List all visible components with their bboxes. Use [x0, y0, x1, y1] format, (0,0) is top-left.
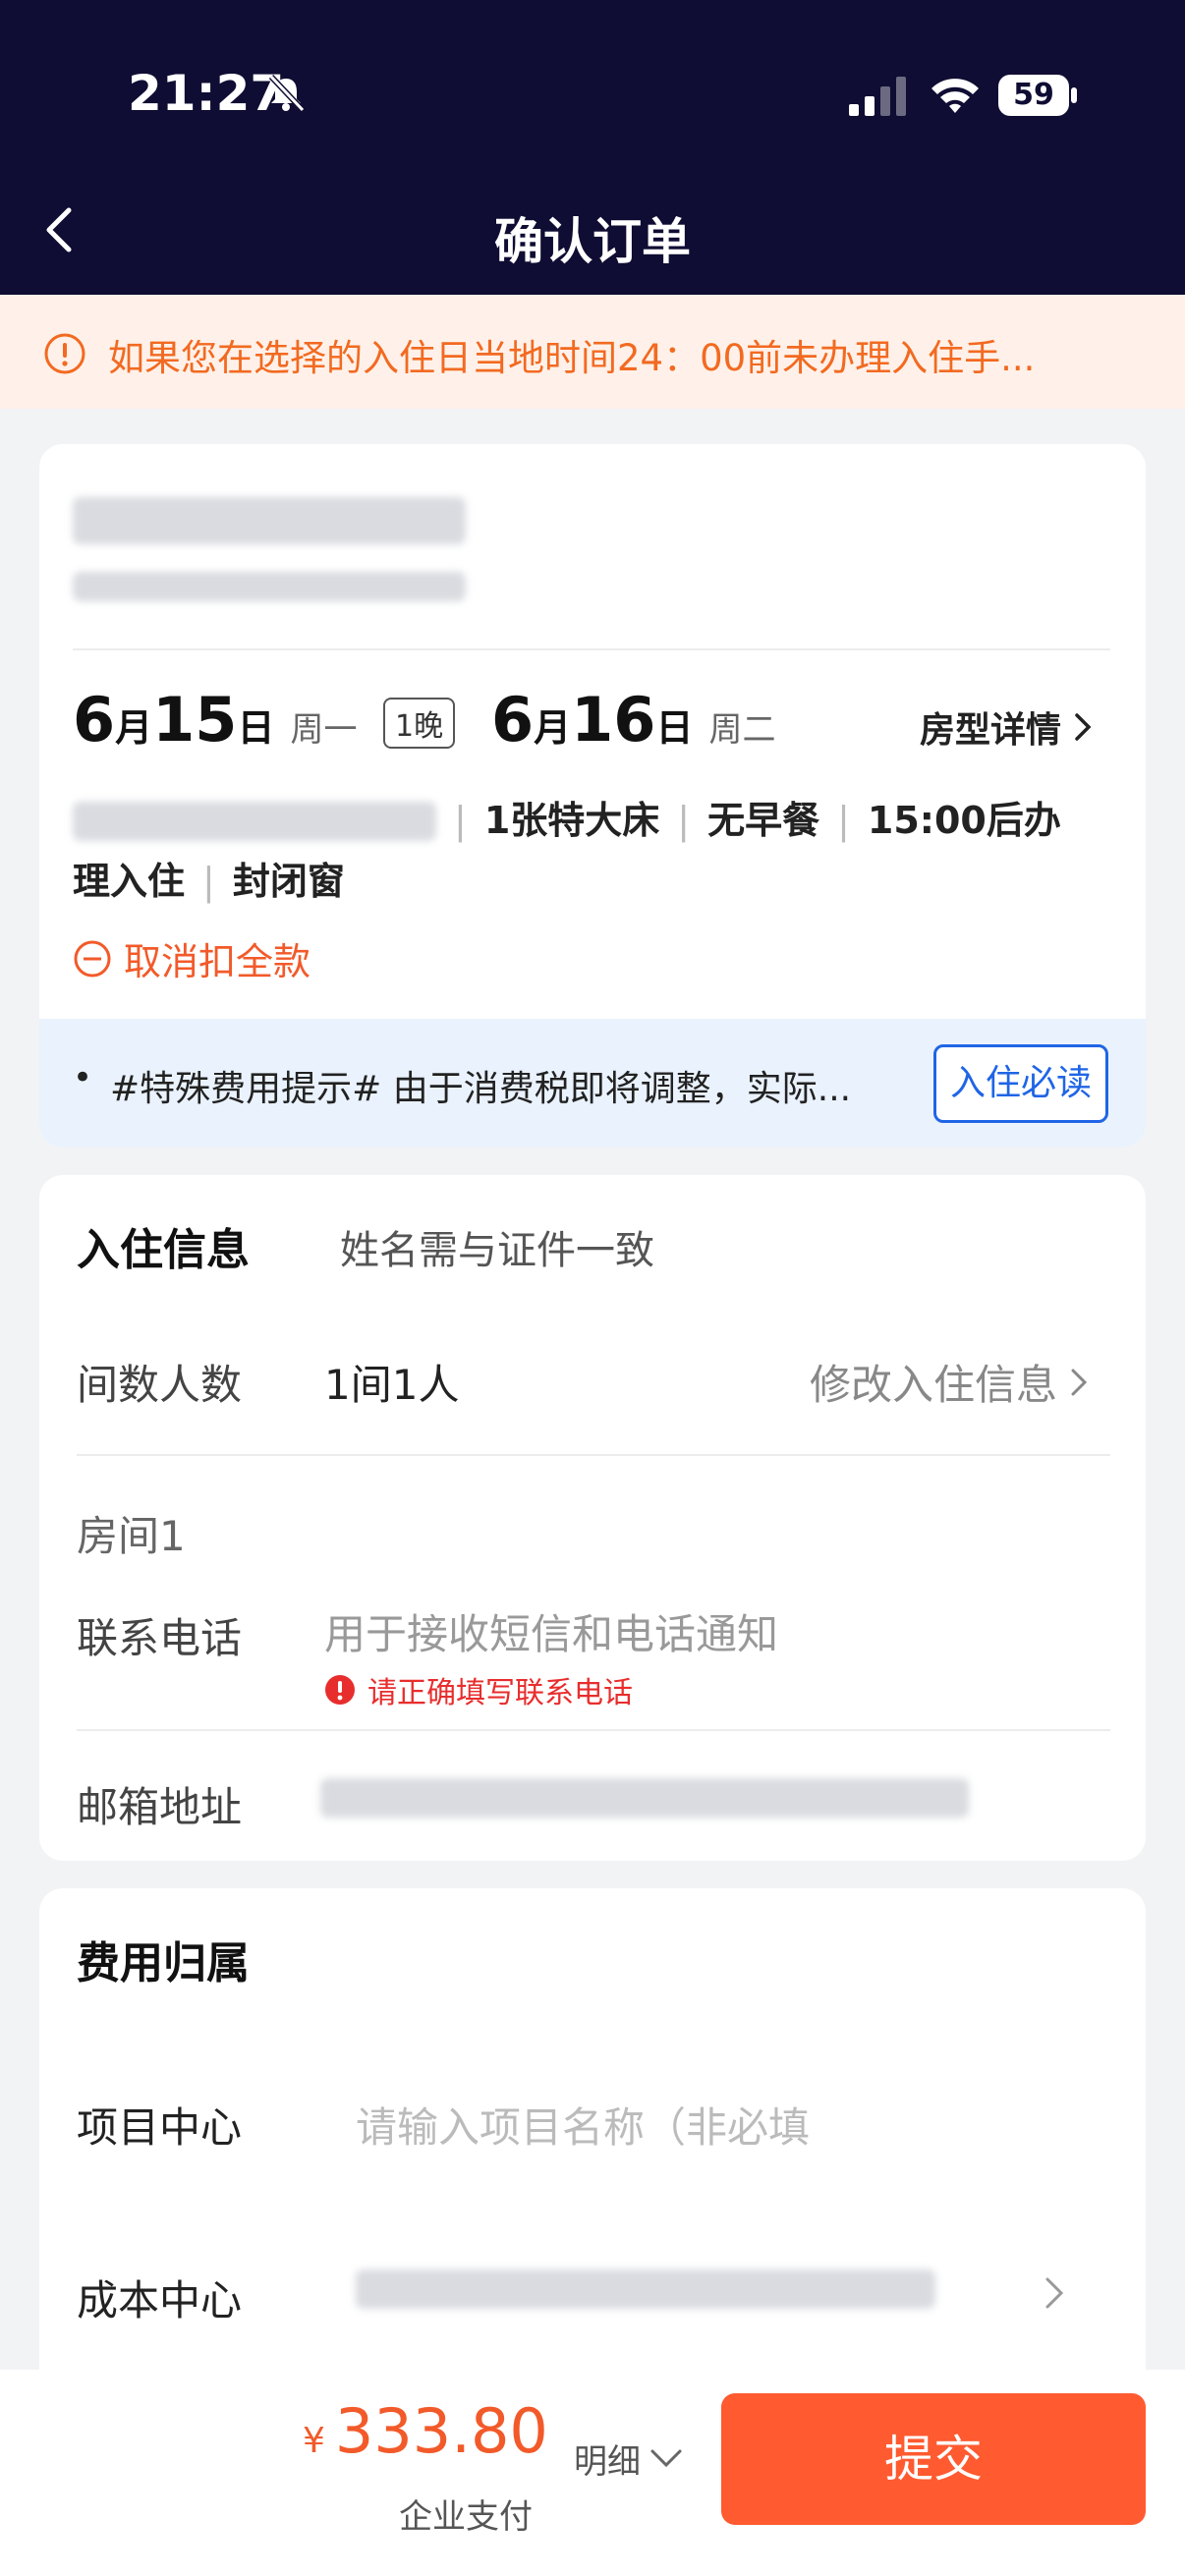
- room-type-redacted: [73, 802, 436, 841]
- room-1-label: 房间1: [77, 1512, 186, 1560]
- error-icon: [325, 1675, 355, 1705]
- battery-icon: 59: [998, 75, 1077, 116]
- chevron-down-icon: [650, 2449, 682, 2467]
- guest-info-hint: 姓名需与证件一致: [340, 1228, 654, 1273]
- hotel-room-card: 6 月 15 日 周一 1晚 6 月 16 日 周二 房型详情 | 1张特大床 | 无早餐 | 15:…: [39, 444, 1146, 1148]
- guest-info-title: 入住信息: [77, 1225, 250, 1275]
- room-features: | 1张特大床 | 无早餐 | 15:00后办: [454, 799, 1061, 842]
- bottom-action-bar: ¥ 333.80 企业支付 明细 提交: [0, 2370, 1185, 2576]
- battery-level: 59: [998, 75, 1069, 116]
- status-time: 21:27: [128, 65, 285, 122]
- email-label: 邮箱地址: [77, 1783, 243, 1831]
- cellular-signal-icon: [849, 77, 906, 116]
- submit-button[interactable]: 提交: [721, 2393, 1146, 2525]
- nights-badge: 1晚: [383, 698, 456, 749]
- modify-guest-info-link[interactable]: 修改入住信息: [810, 1352, 1091, 1412]
- tip-text: #特殊费用提示# 由于消费税即将调整，实际...: [110, 1069, 852, 1109]
- must-read-button[interactable]: 入住必读: [933, 1044, 1108, 1123]
- cost-center-value-redacted[interactable]: [356, 2269, 935, 2309]
- bell-muted-icon: [268, 74, 306, 113]
- chevron-right-icon: [1071, 1369, 1088, 1395]
- cost-title: 费用归属: [77, 1938, 250, 1988]
- price-detail-toggle[interactable]: 明细: [574, 2435, 684, 2483]
- chevron-right-icon: [1075, 713, 1092, 741]
- checkin-date: 6 月 15 日 周一: [73, 684, 358, 756]
- phone-error: 请正确填写联系电话: [324, 1668, 633, 1711]
- minus-circle-icon: [74, 940, 111, 977]
- project-center-input[interactable]: 请输入项目名称（非必填: [356, 2095, 1102, 2155]
- hotel-name-redacted: [73, 497, 466, 544]
- email-value-redacted[interactable]: [320, 1778, 969, 1818]
- room-features-line2: 理入住 | 封闭窗: [73, 860, 345, 903]
- payment-type: 企业支付: [399, 2497, 533, 2537]
- wifi-icon: [931, 79, 979, 113]
- cost-attribution-card: 费用归属 项目中心 请输入项目名称（非必填 成本中心: [39, 1888, 1146, 2399]
- checkout-date: 6 月 16 日 周二: [491, 684, 776, 756]
- phone-input[interactable]: 用于接收短信和电话通知: [324, 1601, 1091, 1661]
- room-detail-link[interactable]: 房型详情: [920, 701, 1095, 753]
- notice-text: 如果您在选择的入住日当地时间24：00前未办理入住手...: [108, 337, 1036, 379]
- project-center-label: 项目中心: [77, 2103, 243, 2152]
- guest-info-card: 入住信息 姓名需与证件一致 间数人数 1间1人 修改入住信息 房间1 联系电话 …: [39, 1175, 1146, 1861]
- page-title: 确认订单: [494, 213, 691, 270]
- info-icon: [44, 333, 85, 374]
- cost-center-label: 成本中心: [77, 2276, 243, 2324]
- special-fee-tip: • #特殊费用提示# 由于消费税即将调整，实际... 入住必读: [39, 1019, 1146, 1148]
- chevron-right-icon[interactable]: [1042, 2271, 1067, 2315]
- hotel-name-en-redacted: [73, 572, 466, 601]
- rooms-guests-label: 间数人数: [77, 1361, 243, 1409]
- rooms-guests-value: 1间1人: [324, 1361, 460, 1409]
- total-price: ¥ 333.80: [303, 2395, 548, 2467]
- phone-label: 联系电话: [77, 1614, 243, 1662]
- cancel-policy[interactable]: 取消扣全款: [73, 931, 310, 985]
